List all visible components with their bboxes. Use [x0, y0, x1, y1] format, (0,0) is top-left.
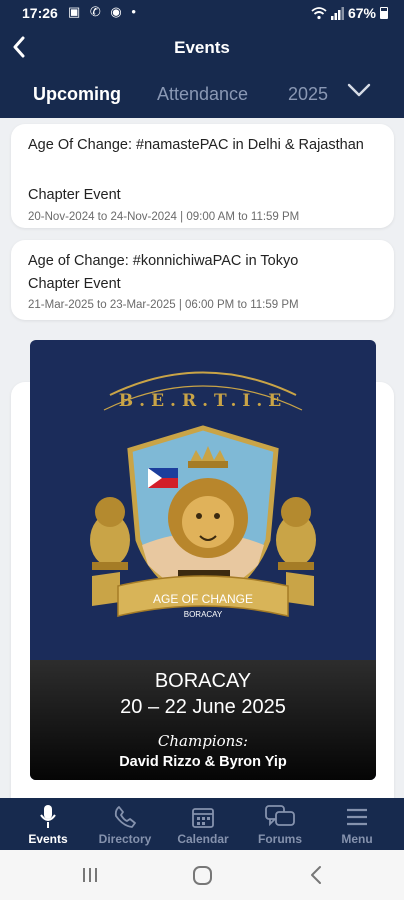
tab-upcoming[interactable]: Upcoming [33, 84, 121, 105]
svg-text:BORACAY: BORACAY [184, 610, 223, 619]
event-title: Age Of Change: #namastePAC in Delhi & Ra… [28, 137, 364, 153]
svg-text:B.E.R.T.I.E: B.E.R.T.I.E [119, 391, 287, 411]
nav-menu[interactable]: Menu [326, 798, 388, 850]
event-dates: 21-Mar-2025 to 23-Mar-2025 | 06:00 PM to… [28, 299, 299, 311]
nav-events-label: Events [28, 832, 68, 846]
nav-calendar-label: Calendar [177, 832, 229, 846]
microphone-icon [40, 805, 56, 828]
home-icon[interactable] [192, 864, 214, 886]
event-card[interactable]: Age of Change: #konnichiwaPAC in Tokyo C… [11, 240, 394, 320]
nav-directory[interactable]: Directory [92, 798, 158, 850]
recent-apps-icon[interactable] [80, 864, 100, 886]
calendar-icon [192, 808, 214, 828]
poster-champions-names: David Rizzo & Byron Yip [119, 754, 287, 770]
bertie-crest-image: B.E.R.T.I.E AGE OF CHANGE BORACAY [90, 371, 316, 619]
phone-icon [114, 806, 136, 828]
wifi-icon [311, 7, 327, 20]
system-back-icon[interactable] [308, 864, 324, 886]
event-type: Chapter Event [28, 276, 121, 292]
event-title: Age of Change: #konnichiwaPAC in Tokyo [28, 253, 299, 269]
app-header: Events [0, 28, 404, 68]
bottom-nav: Events Directory Calendar Forums Menu [0, 798, 404, 850]
system-nav-bar [0, 850, 404, 900]
poster-city: BORACAY [154, 670, 252, 692]
year-selector[interactable]: 2025 [288, 84, 328, 105]
tab-attendance[interactable]: Attendance [157, 84, 248, 105]
poster-champions-label: Champions: [157, 732, 249, 750]
chevron-down-icon[interactable] [346, 82, 372, 98]
signal-icon [330, 6, 344, 20]
battery-percent: 67% [347, 5, 376, 21]
tab-bar: Upcoming Attendance 2025 [0, 68, 404, 118]
nav-forums[interactable]: Forums [248, 798, 312, 850]
status-time: 17:26 [22, 5, 58, 21]
nav-directory-label: Directory [98, 832, 152, 846]
nav-forums-label: Forums [257, 832, 302, 846]
page-title: Events [174, 38, 230, 57]
event-poster[interactable]: B.E.R.T.I.E AGE OF CHANGE BORACAY BORACA… [30, 340, 376, 780]
battery-icon [380, 7, 388, 19]
status-bar: 17:26 ▣ ✆ ◉ • 67% [0, 0, 404, 28]
status-right: 67% [311, 5, 388, 21]
event-type: Chapter Event [28, 187, 121, 203]
chat-bubbles-icon [265, 805, 295, 827]
events-list[interactable]: Age Of Change: #namastePAC in Delhi & Ra… [0, 118, 404, 798]
event-card[interactable]: Age Of Change: #namastePAC in Delhi & Ra… [11, 124, 394, 228]
svg-text:AGE OF CHANGE: AGE OF CHANGE [153, 592, 253, 606]
event-dates: 20-Nov-2024 to 24-Nov-2024 | 09:00 AM to… [28, 211, 300, 223]
nav-events[interactable]: Events [16, 798, 80, 850]
poster-dates: 20 – 22 June 2025 [120, 696, 286, 718]
notification-icons: ▣ ✆ ◉ • [68, 4, 139, 19]
nav-menu-label: Menu [341, 832, 373, 846]
hamburger-icon [347, 808, 367, 826]
nav-calendar[interactable]: Calendar [170, 798, 236, 850]
